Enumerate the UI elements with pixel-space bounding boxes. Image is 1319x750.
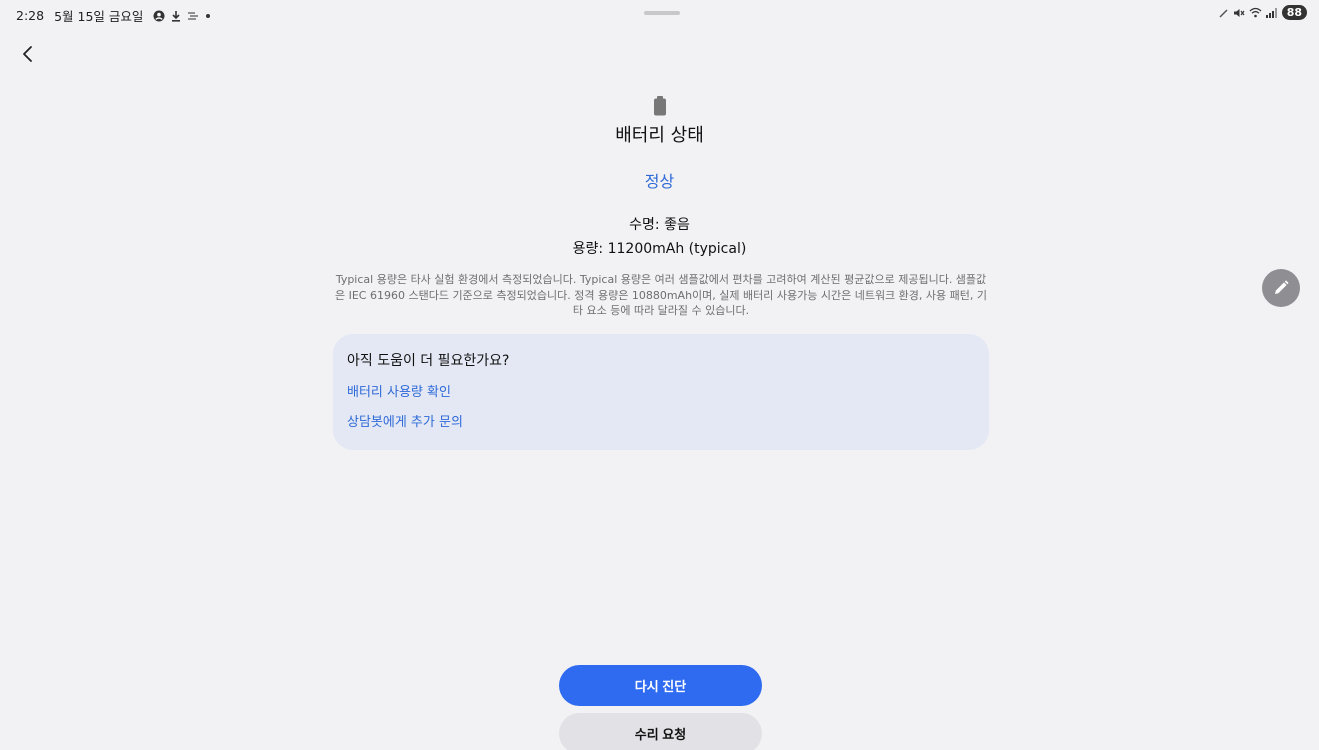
repair-request-button[interactable]: 수리 요청	[559, 713, 762, 750]
battery-status-screen: 2:28 5월 15일 금요일 88 배터리 상태 정상 수명: 좋음 용량: …	[0, 0, 1319, 750]
account-icon	[153, 10, 165, 22]
battery-status-value: 정상	[644, 172, 675, 191]
capacity-disclaimer: Typical 용량은 타사 실험 환경에서 측정되었습니다. Typical …	[334, 273, 988, 317]
check-battery-usage-link[interactable]: 배터리 사용량 확인	[347, 381, 451, 400]
battery-lifespan: 수명: 좋음	[629, 217, 690, 233]
battery-icon	[652, 96, 668, 116]
ask-chatbot-link[interactable]: 상담봇에게 추가 문의	[347, 411, 463, 430]
chevron-left-icon	[23, 46, 32, 62]
pen-icon	[1219, 8, 1229, 18]
status-bar: 2:28 5월 15일 금요일 88	[0, 0, 1319, 28]
weather-icon	[187, 11, 199, 21]
window-handle[interactable]	[644, 11, 680, 15]
dot-icon	[205, 13, 211, 19]
battery-level-badge: 88	[1281, 5, 1307, 20]
edit-floating-button[interactable]	[1262, 269, 1300, 307]
pencil-icon	[1275, 280, 1289, 294]
signal-icon	[1265, 7, 1277, 18]
status-bar-left: 2:28 5월 15일 금요일	[16, 6, 211, 25]
help-card-title: 아직 도움이 더 필요한가요?	[347, 353, 510, 369]
back-button[interactable]	[14, 40, 42, 68]
page-title: 배터리 상태	[615, 125, 704, 146]
download-icon	[171, 10, 181, 22]
date: 5월 15일 금요일	[54, 9, 144, 24]
wifi-icon	[1249, 7, 1262, 18]
mute-icon	[1233, 7, 1245, 19]
rediagnose-button[interactable]: 다시 진단	[559, 665, 762, 706]
clock: 2:28	[16, 8, 45, 23]
battery-capacity: 용량: 11200mAh (typical)	[572, 241, 747, 257]
status-bar-right: 88	[1215, 5, 1307, 20]
help-card: 아직 도움이 더 필요한가요? 배터리 사용량 확인 상담봇에게 추가 문의	[333, 334, 989, 450]
